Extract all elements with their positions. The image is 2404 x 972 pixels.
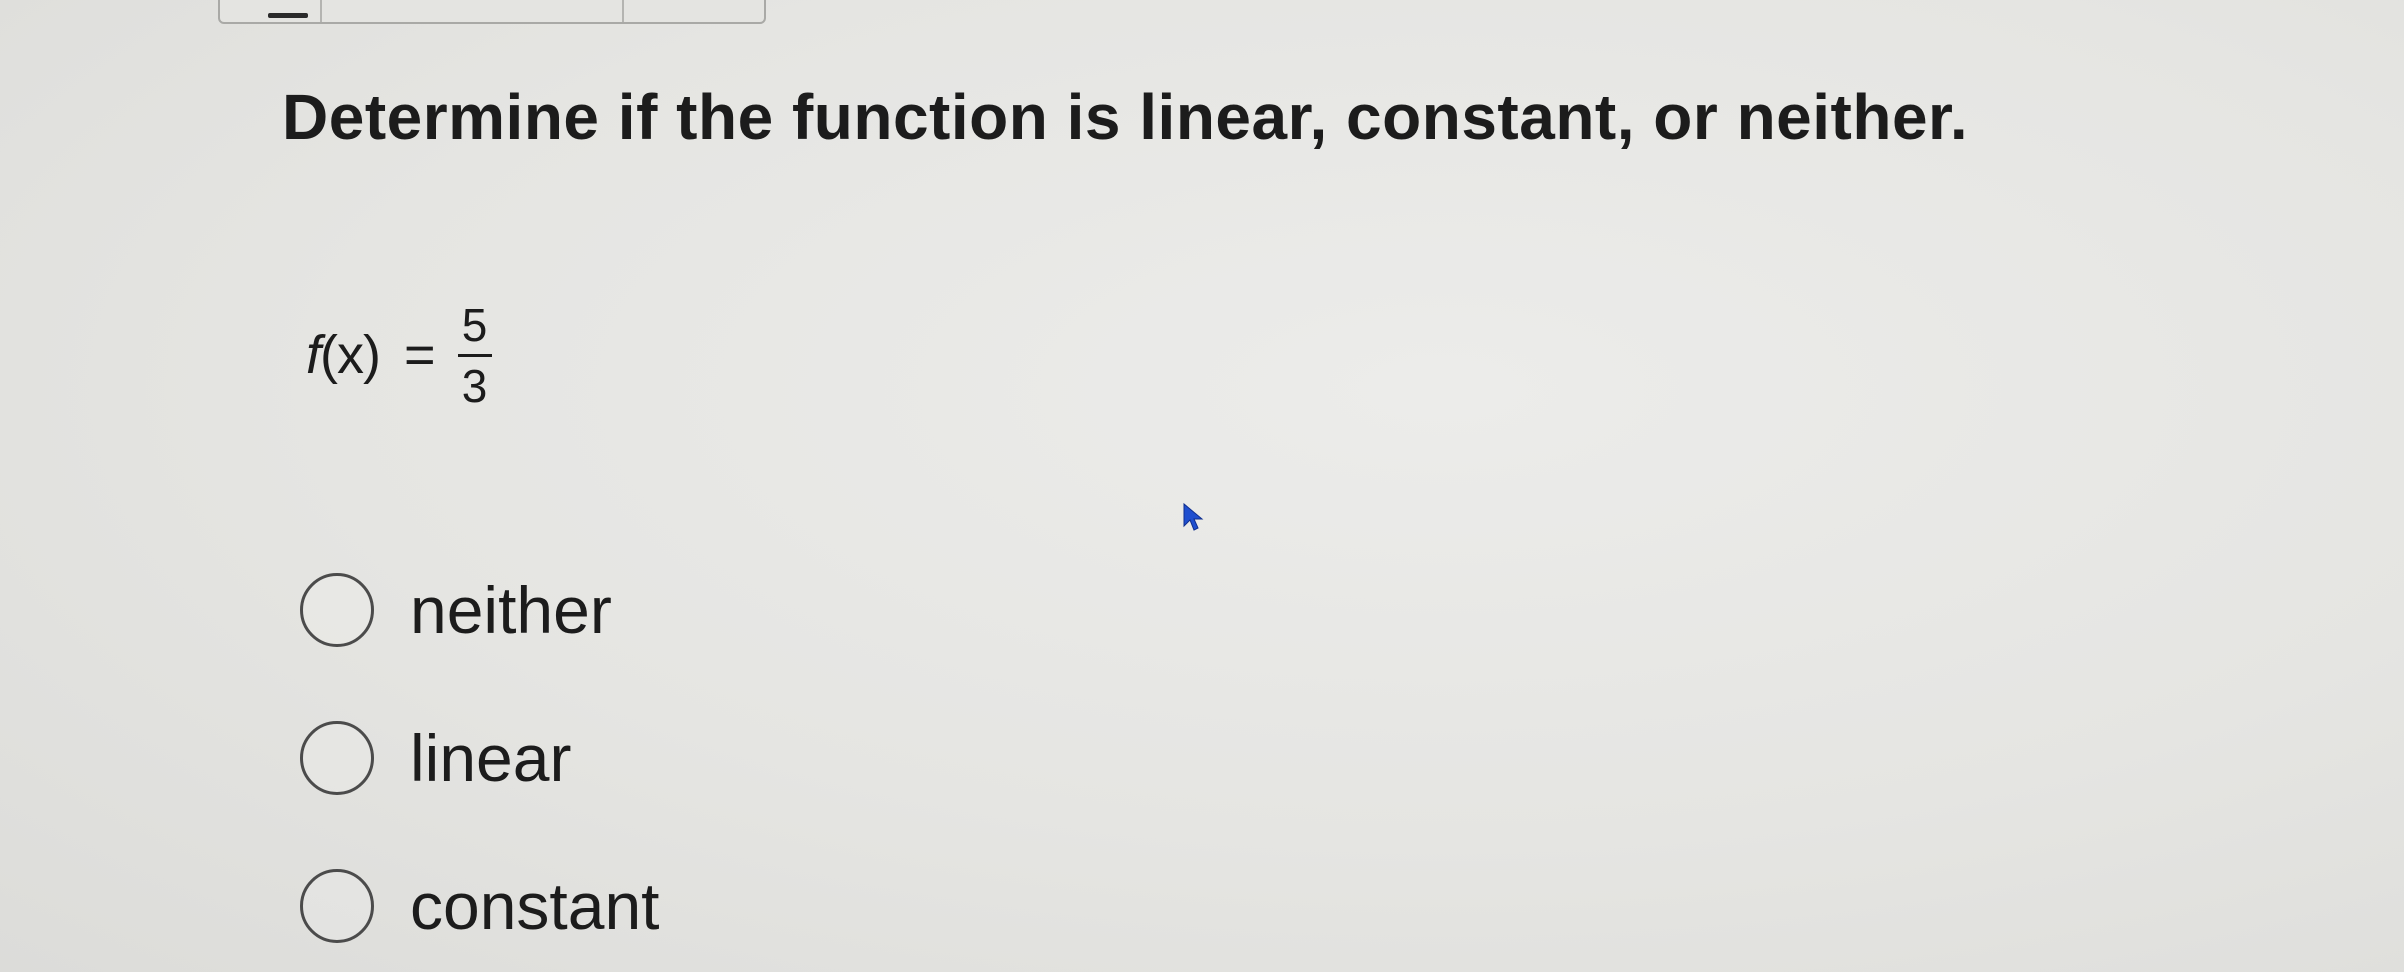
function-equation: f(x) = 5 3 [306,290,492,420]
tab-divider [622,0,624,22]
option-constant[interactable]: constant [300,866,660,946]
fraction: 5 3 [457,298,492,412]
option-neither[interactable]: neither [300,570,660,650]
function-argument: (x) [320,325,381,385]
tab-divider [320,0,322,22]
fraction-denominator: 3 [461,359,488,412]
radio-button-icon[interactable] [300,721,374,795]
option-label: linear [410,721,572,795]
tab-indicator [268,13,308,18]
mouse-pointer-icon [1183,502,1204,531]
option-linear[interactable]: linear [300,718,660,798]
fraction-numerator: 5 [461,298,488,351]
function-name: f [306,325,321,385]
equation-lhs: f(x) [306,324,381,386]
question-prompt: Determine if the function is linear, con… [282,81,1969,153]
answer-options: neither linear constant [300,570,660,946]
option-label: neither [410,573,612,647]
radio-button-icon[interactable] [300,869,374,943]
radio-button-icon[interactable] [300,573,374,647]
option-label: constant [410,869,660,943]
top-tab-strip [218,0,766,24]
equals-sign: = [403,325,436,385]
